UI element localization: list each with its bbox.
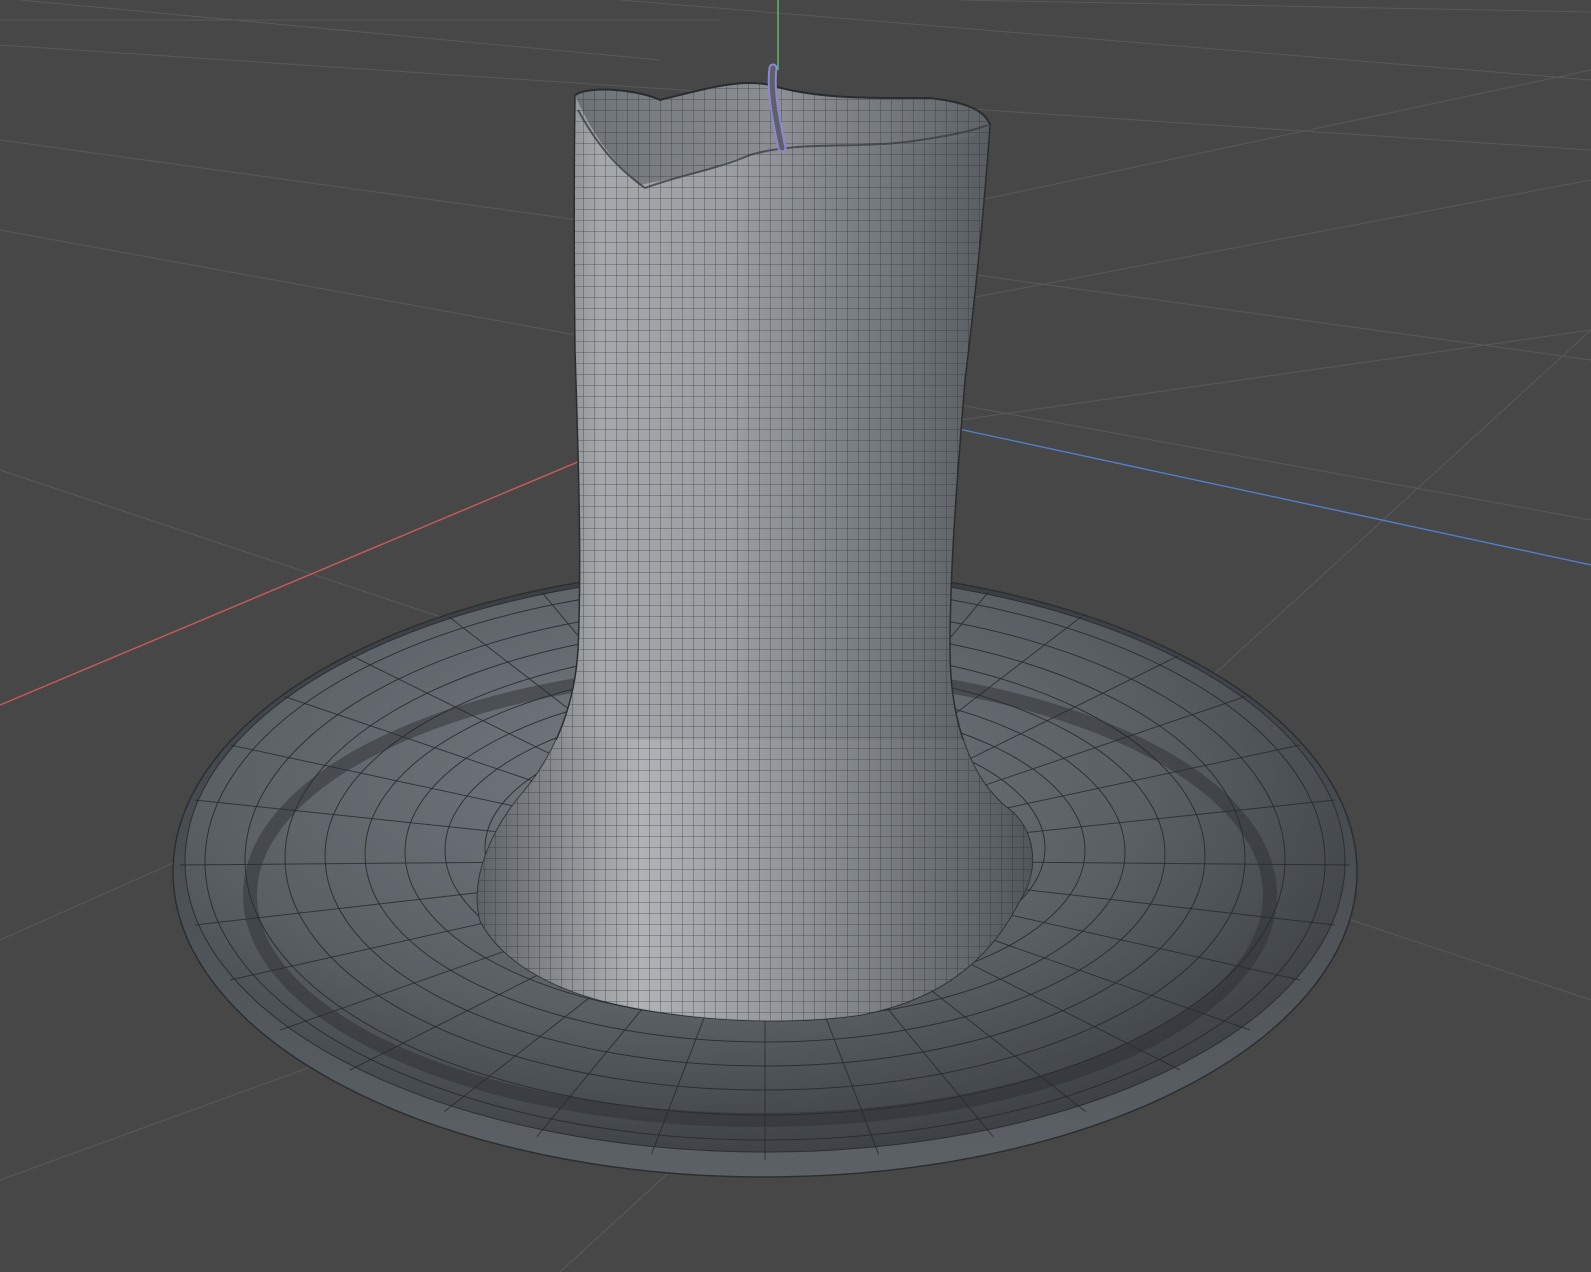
viewport-canvas[interactable]: [0, 0, 1591, 1272]
3d-viewport[interactable]: [0, 0, 1591, 1272]
candle[interactable]: [460, 60, 1060, 1040]
z-axis-line: [939, 424, 1591, 566]
candle-wireframe: [477, 82, 1033, 1021]
